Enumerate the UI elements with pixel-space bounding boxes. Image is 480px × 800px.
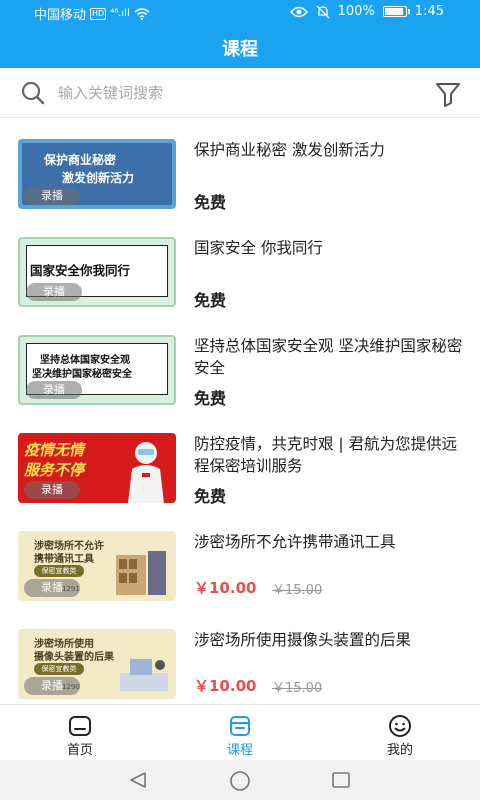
nav-home-label: 首页 <box>66 743 93 758</box>
course-thumbnail: 保护商业秘密 激发创新活力 录播 <box>18 139 176 209</box>
course-thumbnail: 涉密场所不允许 携带通讯工具 保密宣教类 1291 录播 <box>18 531 176 601</box>
status-left: 中国移动 HD ⁴⁶.ıll <box>34 4 150 23</box>
thumb-text: 携带通讯工具 <box>34 554 94 565</box>
nav-home[interactable]: 首页 <box>20 705 140 761</box>
course-item[interactable]: 保护商业秘密 激发创新活力 录播 保护商业秘密 激发创新活力 免费 <box>0 119 480 217</box>
record-tag: 录播 <box>26 283 82 301</box>
course-thumbnail: 国家安全你我同行 录播 <box>18 237 176 307</box>
app-header: 中国移动 HD ⁴⁶.ıll 100% 1:45 课程 <box>0 0 480 68</box>
record-tag: 录播 <box>26 381 82 399</box>
course-item[interactable]: 坚持总体国家安全观 坚决维护国家秘密安全 录播 坚持总体国家安全观 坚决维护国家… <box>0 315 480 413</box>
app-screen: 中国移动 HD ⁴⁶.ıll 100% 1:45 课程 输入关键词搜索 保护商业… <box>0 0 480 800</box>
course-thumbnail: 坚持总体国家安全观 坚决维护国家秘密安全 录播 <box>18 335 176 405</box>
nav-profile-label: 我的 <box>386 743 413 758</box>
eye-icon <box>289 6 308 17</box>
price: ￥10.00 <box>194 579 257 597</box>
category-badge: 保密宣教类 <box>34 565 84 577</box>
home-circle-icon[interactable] <box>229 770 251 792</box>
course-item[interactable]: 涉密场所不允许 携带通讯工具 保密宣教类 1291 录播 涉密场所不允许携带通讯… <box>0 511 480 609</box>
course-title: 涉密场所不允许携带通讯工具 <box>194 533 396 551</box>
carrier-name: 中国移动 <box>34 8 87 23</box>
protective-suit-illustration <box>128 442 164 503</box>
thumb-text: 坚持总体国家安全观 <box>40 355 130 366</box>
course-thumbnail: 疫情无情 服务不停 录播 <box>18 433 176 503</box>
page-title: 课程 <box>222 39 258 60</box>
signal-icon: ⁴⁶.ıll <box>110 8 130 19</box>
course-icon <box>230 716 250 736</box>
thumb-text: 坚决维护国家秘密安全 <box>32 369 132 380</box>
course-title: 防控疫情，共克时艰 | 君航为您提供远程保密培训服务 <box>194 435 458 475</box>
nav-profile[interactable]: 我的 <box>340 705 460 761</box>
price-free: 免费 <box>194 291 227 310</box>
back-icon[interactable] <box>128 771 148 789</box>
course-list: 保护商业秘密 激发创新活力 录播 保护商业秘密 激发创新活力 免费 国家安全你我… <box>0 119 480 704</box>
mute-bell-icon <box>316 5 330 18</box>
record-tag: 录播 <box>24 187 80 205</box>
status-bar: 中国移动 HD ⁴⁶.ıll 100% 1:45 <box>0 0 480 26</box>
course-item[interactable]: 国家安全你我同行 录播 国家安全 你我同行 免费 <box>0 217 480 315</box>
camera-desk-illustration <box>120 659 168 691</box>
category-badge: 保密宣教类 <box>34 663 84 675</box>
smiley-icon <box>389 715 411 737</box>
nav-courses-label: 课程 <box>226 743 253 758</box>
course-title: 坚持总体国家安全观 坚决维护国家秘密安全 <box>194 337 463 377</box>
clock: 1:45 <box>414 4 444 19</box>
course-title: 国家安全 你我同行 <box>194 239 323 257</box>
course-thumbnail: 涉密场所使用 摄像头装置的后果 保密宣教类 1290 录播 <box>18 629 176 699</box>
price-free: 免费 <box>194 487 227 506</box>
thumb-text: 服务不停 <box>24 461 85 479</box>
course-title: 涉密场所使用摄像头装置的后果 <box>194 631 412 649</box>
course-item[interactable]: 涉密场所使用 摄像头装置的后果 保密宣教类 1290 录播 涉密场所使用摄像头装… <box>0 609 480 704</box>
thumb-text: 摄像头装置的后果 <box>34 652 114 663</box>
filter-icon[interactable] <box>434 80 462 108</box>
search-bar <box>0 68 480 118</box>
course-item[interactable]: 疫情无情 服务不停 录播 防控疫情，共克时艰 | 君航为您提供远程保密培训服务 … <box>0 413 480 511</box>
price-free: 免费 <box>194 389 227 408</box>
original-price: ￥15.00 <box>272 681 323 696</box>
wifi-icon <box>134 7 150 20</box>
original-price: ￥15.00 <box>272 583 323 598</box>
phone-lockers-illustration <box>116 551 166 595</box>
battery-percent: 100% <box>337 4 375 19</box>
price: ￥10.00 <box>194 677 257 695</box>
course-title: 保护商业秘密 激发创新活力 <box>194 141 385 159</box>
system-nav-bar <box>0 760 480 800</box>
price-free: 免费 <box>194 193 227 212</box>
bottom-nav: 首页 课程 我的 <box>0 704 480 760</box>
hd-badge: HD <box>90 7 107 20</box>
thumb-text: 保护商业秘密 <box>44 153 117 167</box>
thumb-text: 疫情无情 <box>24 441 85 459</box>
record-tag: 录播 <box>24 579 80 597</box>
thumb-text: 激发创新活力 <box>62 171 135 185</box>
thumb-text: 国家安全你我同行 <box>30 263 131 278</box>
nav-courses[interactable]: 课程 <box>180 705 300 761</box>
home-icon <box>69 716 91 736</box>
status-right: 100% 1:45 <box>289 4 444 19</box>
record-tag: 录播 <box>24 677 80 695</box>
search-icon[interactable] <box>20 80 46 106</box>
recents-icon[interactable] <box>331 771 351 789</box>
battery-icon <box>382 6 410 17</box>
search-input[interactable] <box>58 80 398 106</box>
record-tag: 录播 <box>24 481 80 499</box>
